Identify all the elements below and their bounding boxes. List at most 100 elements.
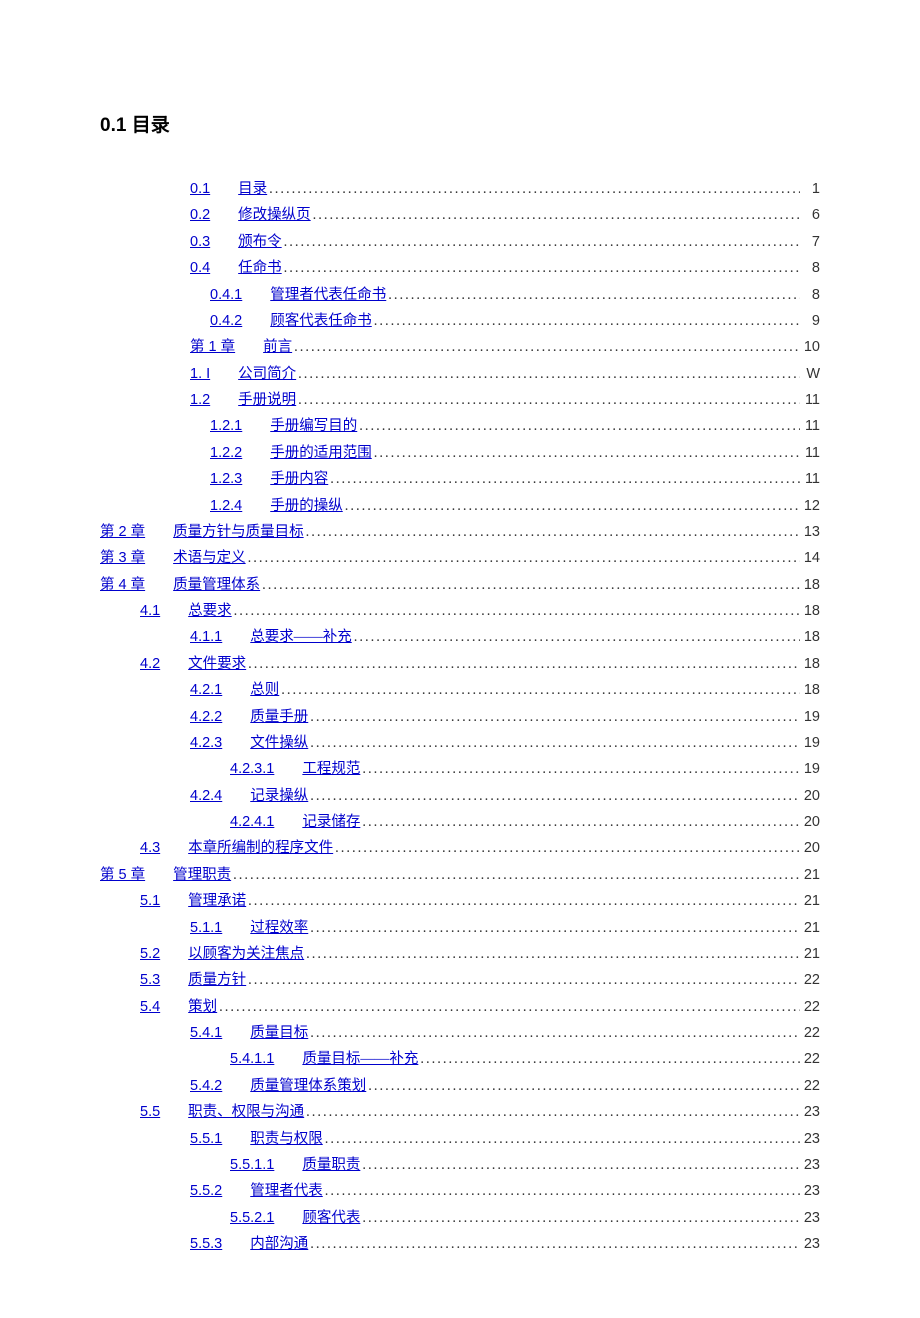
toc-row: 5.5.2.1顾客代表23 (100, 1206, 820, 1231)
toc-entry-number[interactable]: 5.5.1 (190, 1127, 222, 1152)
toc-entry-label[interactable]: 手册内容 (270, 467, 328, 492)
toc-row: 第 3 章术语与定义14 (100, 546, 820, 571)
toc-entry-number[interactable]: 1.2.1 (210, 414, 242, 439)
toc-page-number: 8 (800, 283, 820, 308)
toc-leader-dots (217, 995, 800, 1020)
toc-entry-label[interactable]: 工程规范 (302, 757, 360, 782)
toc-entry-number[interactable]: 1.2.2 (210, 441, 242, 466)
toc-row: 5.4策划22 (100, 995, 820, 1020)
page-title: 0.1 目录 (100, 110, 820, 137)
toc-page-number: 22 (800, 968, 820, 993)
toc-leader-dots (333, 836, 800, 861)
toc-entry-label[interactable]: 前言 (263, 335, 292, 360)
toc-entry-number[interactable]: 5.3 (140, 968, 160, 993)
toc-entry-label[interactable]: 职责与权限 (250, 1127, 323, 1152)
toc-entry-number[interactable]: 4.2.3.1 (230, 757, 274, 782)
toc-entry-number[interactable]: 0.3 (190, 230, 210, 255)
toc-entry-label[interactable]: 文件操纵 (250, 731, 308, 756)
toc-row: 5.2以顾客为关注焦点21 (100, 942, 820, 967)
toc-entry-label[interactable]: 质量手册 (250, 705, 308, 730)
toc-entry-label[interactable]: 质量方针 (188, 968, 246, 993)
toc-entry-label[interactable]: 质量管理体系策划 (250, 1074, 366, 1099)
toc-entry-number[interactable]: 5.4.1.1 (230, 1047, 274, 1072)
toc-entry-number[interactable]: 4.1.1 (190, 625, 222, 650)
toc-entry-label[interactable]: 手册说明 (238, 388, 296, 413)
toc-entry-label[interactable]: 手册的适用范围 (270, 441, 372, 466)
toc-entry-label[interactable]: 过程效率 (250, 916, 308, 941)
toc-entry-number[interactable]: 第 4 章 (100, 573, 145, 598)
toc-entry-number[interactable]: 0.2 (190, 203, 210, 228)
toc-entry-number[interactable]: 5.4.2 (190, 1074, 222, 1099)
toc-page-number: 18 (800, 652, 820, 677)
toc-entry-number[interactable]: 第 3 章 (100, 546, 145, 571)
toc-entry-number[interactable]: 0.1 (190, 177, 210, 202)
toc-page-number: 23 (800, 1232, 820, 1257)
toc-entry-number[interactable]: 4.2.3 (190, 731, 222, 756)
toc-entry-number[interactable]: 4.2 (140, 652, 160, 677)
toc-entry-label[interactable]: 手册编写目的 (270, 414, 357, 439)
toc-entry-number[interactable]: 第 5 章 (100, 863, 145, 888)
toc-entry-label[interactable]: 公司简介 (238, 362, 296, 387)
toc-entry-label[interactable]: 策划 (188, 995, 217, 1020)
toc-entry-label[interactable]: 总要求 (188, 599, 232, 624)
toc-row: 0.2修改操纵页6 (100, 203, 820, 228)
toc-page-number: 22 (800, 1047, 820, 1072)
toc-entry-label[interactable]: 质量方针与质量目标 (173, 520, 304, 545)
toc-entry-label[interactable]: 颁布令 (238, 230, 282, 255)
toc-entry-number[interactable]: 0.4 (190, 256, 210, 281)
toc-entry-number[interactable]: 5.1.1 (190, 916, 222, 941)
toc-entry-number[interactable]: 第 2 章 (100, 520, 145, 545)
toc-entry-number[interactable]: 5.5.2.1 (230, 1206, 274, 1231)
toc-row: 4.3本章所编制的程序文件20 (100, 836, 820, 861)
toc-entry-number[interactable]: 5.4.1 (190, 1021, 222, 1046)
toc-leader-dots (323, 1179, 800, 1204)
toc-entry-number[interactable]: 4.2.2 (190, 705, 222, 730)
toc-entry-number[interactable]: 5.5.2 (190, 1179, 222, 1204)
toc-entry-number[interactable]: 4.2.4 (190, 784, 222, 809)
toc-entry-label[interactable]: 质量职责 (302, 1153, 360, 1178)
toc-entry-label[interactable]: 顾客代表 (302, 1206, 360, 1231)
toc-entry-label[interactable]: 顾客代表任命书 (270, 309, 372, 334)
toc-entry-number[interactable]: 4.2.1 (190, 678, 222, 703)
toc-entry-number[interactable]: 5.1 (140, 889, 160, 914)
toc-entry-label[interactable]: 记录操纵 (250, 784, 308, 809)
toc-entry-label[interactable]: 目录 (238, 177, 267, 202)
toc-entry-number[interactable]: 5.5 (140, 1100, 160, 1125)
toc-entry-number[interactable]: 4.2.4.1 (230, 810, 274, 835)
toc-entry-number[interactable]: 4.3 (140, 836, 160, 861)
toc-entry-number[interactable]: 1.2.4 (210, 494, 242, 519)
toc-entry-label[interactable]: 质量管理体系 (173, 573, 260, 598)
toc-entry-label[interactable]: 内部沟通 (250, 1232, 308, 1257)
toc-entry-label[interactable]: 管理者代表任命书 (270, 283, 386, 308)
toc-entry-label[interactable]: 质量目标 (250, 1021, 308, 1046)
toc-entry-number[interactable]: 1.2 (190, 388, 210, 413)
toc-entry-label[interactable]: 总则 (250, 678, 279, 703)
toc-entry-label[interactable]: 修改操纵页 (238, 203, 311, 228)
toc-entry-label[interactable]: 本章所编制的程序文件 (188, 836, 333, 861)
toc-entry-number[interactable]: 5.5.3 (190, 1232, 222, 1257)
toc-row: 0.3颁布令7 (100, 230, 820, 255)
toc-entry-number[interactable]: 4.1 (140, 599, 160, 624)
toc-entry-number[interactable]: 1. I (190, 362, 210, 387)
toc-entry-label[interactable]: 手册的操纵 (270, 494, 343, 519)
toc-entry-number[interactable]: 0.4.2 (210, 309, 242, 334)
toc-entry-label[interactable]: 记录储存 (302, 810, 360, 835)
toc-entry-number[interactable]: 0.4.1 (210, 283, 242, 308)
toc-entry-label[interactable]: 以顾客为关注焦点 (188, 942, 304, 967)
toc-page-number: 18 (800, 625, 820, 650)
toc-entry-number[interactable]: 5.2 (140, 942, 160, 967)
toc-entry-label[interactable]: 术语与定义 (173, 546, 246, 571)
toc-row: 0.4.2顾客代表任命书9 (100, 309, 820, 334)
toc-entry-label[interactable]: 管理职责 (173, 863, 231, 888)
toc-entry-number[interactable]: 1.2.3 (210, 467, 242, 492)
toc-entry-label[interactable]: 管理承诺 (188, 889, 246, 914)
toc-entry-number[interactable]: 5.4 (140, 995, 160, 1020)
toc-entry-label[interactable]: 管理者代表 (250, 1179, 323, 1204)
toc-entry-label[interactable]: 职责、权限与沟通 (188, 1100, 304, 1125)
toc-entry-label[interactable]: 总要求——补充 (250, 625, 352, 650)
toc-entry-label[interactable]: 文件要求 (188, 652, 246, 677)
toc-entry-label[interactable]: 任命书 (238, 256, 282, 281)
toc-entry-number[interactable]: 5.5.1.1 (230, 1153, 274, 1178)
toc-entry-label[interactable]: 质量目标——补充 (302, 1047, 418, 1072)
toc-entry-number[interactable]: 第 1 章 (190, 335, 235, 360)
